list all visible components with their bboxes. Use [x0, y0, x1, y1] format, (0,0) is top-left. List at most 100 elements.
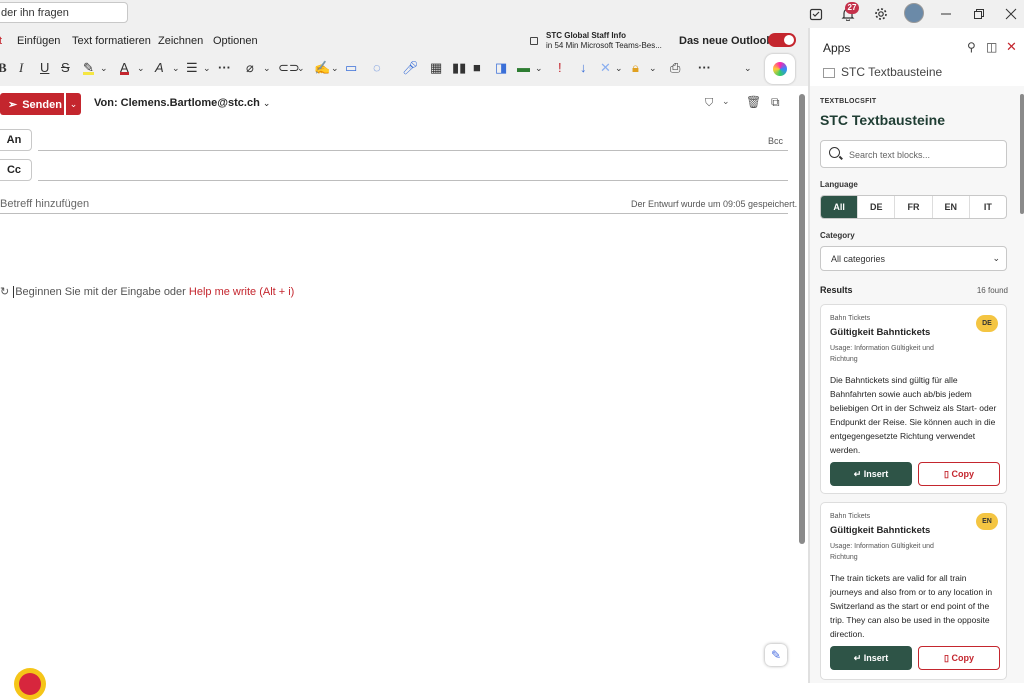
tab-text-formatieren[interactable]: Text formatieren: [72, 35, 151, 47]
help-me-write-link[interactable]: Help me write (Alt + i): [189, 286, 294, 298]
addin-icon[interactable]: ◨: [495, 60, 507, 76]
from-label: Von: Clemens.Bartlome@stc.ch: [94, 97, 260, 109]
subject-input[interactable]: Betreff hinzufügen: [0, 198, 89, 210]
underline-icon[interactable]: U: [40, 60, 49, 76]
insert-button[interactable]: ↵ Insert: [830, 646, 912, 670]
chart-icon[interactable]: ▮▮: [452, 60, 466, 76]
chevron-down-icon[interactable]: ⌄: [649, 60, 657, 76]
sensitivity-icon[interactable]: ✕: [600, 60, 611, 76]
lock-icon[interactable]: 🔒︎: [632, 60, 639, 76]
textblock-search-input[interactable]: Search text blocks...: [820, 140, 1007, 168]
todo-icon[interactable]: [806, 4, 826, 24]
paragraph-icon[interactable]: ☰: [186, 60, 198, 76]
compose-scrollbar[interactable]: [799, 94, 805, 544]
to-button[interactable]: An: [0, 129, 32, 151]
teams-icon[interactable]: ■: [473, 60, 481, 76]
card-category: Bahn Tickets: [830, 315, 871, 322]
italic-icon[interactable]: I: [19, 60, 23, 76]
insert-button[interactable]: ↵ Insert: [830, 462, 912, 486]
send-button[interactable]: ➢ Senden: [0, 93, 64, 115]
cc-button[interactable]: Cc: [0, 159, 32, 181]
popout-icon[interactable]: ⧉: [771, 95, 780, 110]
cc-input[interactable]: [38, 180, 788, 181]
avatar[interactable]: [904, 3, 924, 23]
chevron-down-icon[interactable]: ⌄: [172, 60, 180, 76]
tab-message[interactable]: t: [0, 35, 2, 47]
lang-it[interactable]: IT: [968, 196, 1006, 218]
image-icon[interactable]: ▬: [517, 60, 530, 76]
card-body: Die Bahntickets sind gültig für alle Bah…: [830, 375, 997, 455]
chevron-down-icon[interactable]: ⌄: [744, 60, 752, 76]
textbausteine-addin: TEXTBLOCSFIT STC Textbausteine Search te…: [810, 86, 1024, 683]
apps-icon[interactable]: ▦: [430, 60, 442, 76]
shield-icon[interactable]: ⛉: [705, 97, 713, 110]
copy-button[interactable]: ▯ Copy: [918, 462, 1000, 486]
chevron-down-icon[interactable]: ⌄: [100, 60, 108, 76]
lang-all[interactable]: All: [821, 196, 858, 218]
close-pane-icon[interactable]: ✕: [1006, 39, 1017, 55]
search-input[interactable]: der ihn fragen: [0, 2, 128, 23]
insert-label: Insert: [863, 469, 889, 479]
chevron-down-icon[interactable]: ⌄: [331, 60, 339, 76]
copy-label: Copy: [951, 653, 974, 663]
message-body[interactable]: ↻ Beginnen Sie mit der Eingabe oder Help …: [0, 285, 294, 298]
insert-icon: ↵: [853, 653, 862, 663]
chevron-down-icon[interactable]: ⌄: [535, 60, 543, 76]
restore-icon[interactable]: [969, 4, 989, 24]
minimize-icon[interactable]: [936, 4, 956, 24]
styles-icon[interactable]: A: [155, 60, 164, 76]
attach-icon[interactable]: ⌀: [246, 60, 254, 76]
lang-de[interactable]: DE: [857, 196, 894, 218]
meeting-subtitle: in 54 Min Microsoft Teams-Bes...: [546, 41, 662, 50]
font-color-icon[interactable]: A: [120, 60, 129, 75]
close-icon[interactable]: [1001, 4, 1021, 24]
category-label: Category: [820, 231, 855, 240]
tab-optionen[interactable]: Optionen: [213, 35, 258, 47]
results-count: 16 found: [976, 286, 1008, 295]
chevron-down-icon[interactable]: ⌄: [297, 60, 305, 76]
to-input[interactable]: [38, 150, 788, 151]
chevron-down-icon[interactable]: ⌄: [615, 60, 623, 76]
new-outlook-toggle[interactable]: [768, 33, 796, 47]
more-icon[interactable]: ···: [218, 60, 231, 76]
from-field[interactable]: Von: Clemens.Bartlome@stc.ch ⌄: [94, 97, 270, 109]
apps-title: Apps: [823, 41, 851, 55]
lang-en[interactable]: EN: [931, 196, 969, 218]
category-select[interactable]: All categories ⌄: [820, 246, 1007, 271]
print-icon[interactable]: ⎙: [670, 60, 680, 76]
copy-label: Copy: [951, 469, 974, 479]
draw-pen-button[interactable]: ✎: [765, 644, 787, 666]
addin-scrollbar[interactable]: [1020, 94, 1024, 214]
bold-icon[interactable]: B: [0, 60, 7, 76]
chevron-down-icon[interactable]: ⌄: [263, 60, 271, 76]
clipboard-icon: ▯: [944, 469, 949, 479]
title-bar: der ihn fragen 27: [0, 0, 1024, 28]
strikethrough-icon[interactable]: S: [61, 60, 70, 76]
chevron-down-icon[interactable]: ⌄: [137, 60, 145, 76]
more-icon[interactable]: ···: [698, 60, 711, 76]
results-label: Results: [820, 285, 853, 295]
tab-zeichnen[interactable]: Zeichnen: [158, 35, 203, 47]
panel-icon[interactable]: ◫: [986, 40, 997, 54]
send-options-button[interactable]: ⌄: [66, 93, 81, 115]
compose-pane: ➢ Senden ⌄ Von: Clemens.Bartlome@stc.ch ⌄…: [0, 86, 808, 700]
meeting-title: STC Global Staff Info: [546, 31, 626, 40]
importance-high-icon[interactable]: !: [558, 60, 562, 76]
chevron-down-icon[interactable]: ⌄: [203, 60, 211, 76]
chevron-down-icon[interactable]: ⌄: [722, 96, 730, 107]
insert-label: Insert: [863, 653, 889, 663]
gear-icon[interactable]: [871, 4, 891, 24]
importance-low-icon[interactable]: ↓: [580, 60, 587, 76]
delete-icon[interactable]: 🗑︎: [746, 95, 761, 109]
signature-icon[interactable]: ✍: [314, 60, 330, 76]
lang-fr[interactable]: FR: [894, 196, 931, 218]
highlight-icon[interactable]: ✎: [83, 60, 94, 75]
pin-icon[interactable]: ⚲: [967, 40, 976, 54]
copilot-button[interactable]: [765, 54, 795, 84]
video-icon[interactable]: ▭: [345, 60, 357, 76]
copy-button[interactable]: ▯ Copy: [918, 646, 1000, 670]
tab-einfuegen[interactable]: Einfügen: [17, 35, 60, 47]
loop-icon[interactable]: ◌: [373, 60, 381, 76]
bcc-button[interactable]: Bcc: [768, 136, 783, 146]
dictate-icon[interactable]: 🎤︎: [402, 60, 419, 76]
